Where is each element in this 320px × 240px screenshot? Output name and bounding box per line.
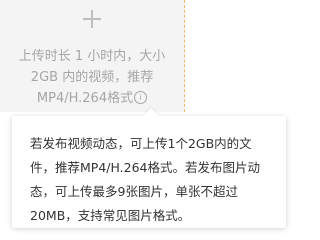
plus-icon[interactable]	[83, 10, 101, 28]
upload-dropzone[interactable]: 上传时长 1 小时内，大小 2GB 内的视频，推荐MP4/H.264格式 i	[0, 0, 184, 112]
tooltip-text: 若发布视频动态，可上传1个2GB内的文件，推荐MP4/H.264格式。若发布图片…	[30, 136, 260, 223]
upload-tooltip: 若发布视频动态，可上传1个2GB内的文件，推荐MP4/H.264格式。若发布图片…	[12, 107, 286, 228]
info-circle-icon[interactable]: i	[134, 91, 148, 104]
upload-hint: 上传时长 1 小时内，大小 2GB 内的视频，推荐MP4/H.264格式 i	[14, 46, 170, 109]
dashed-divider	[184, 0, 185, 112]
